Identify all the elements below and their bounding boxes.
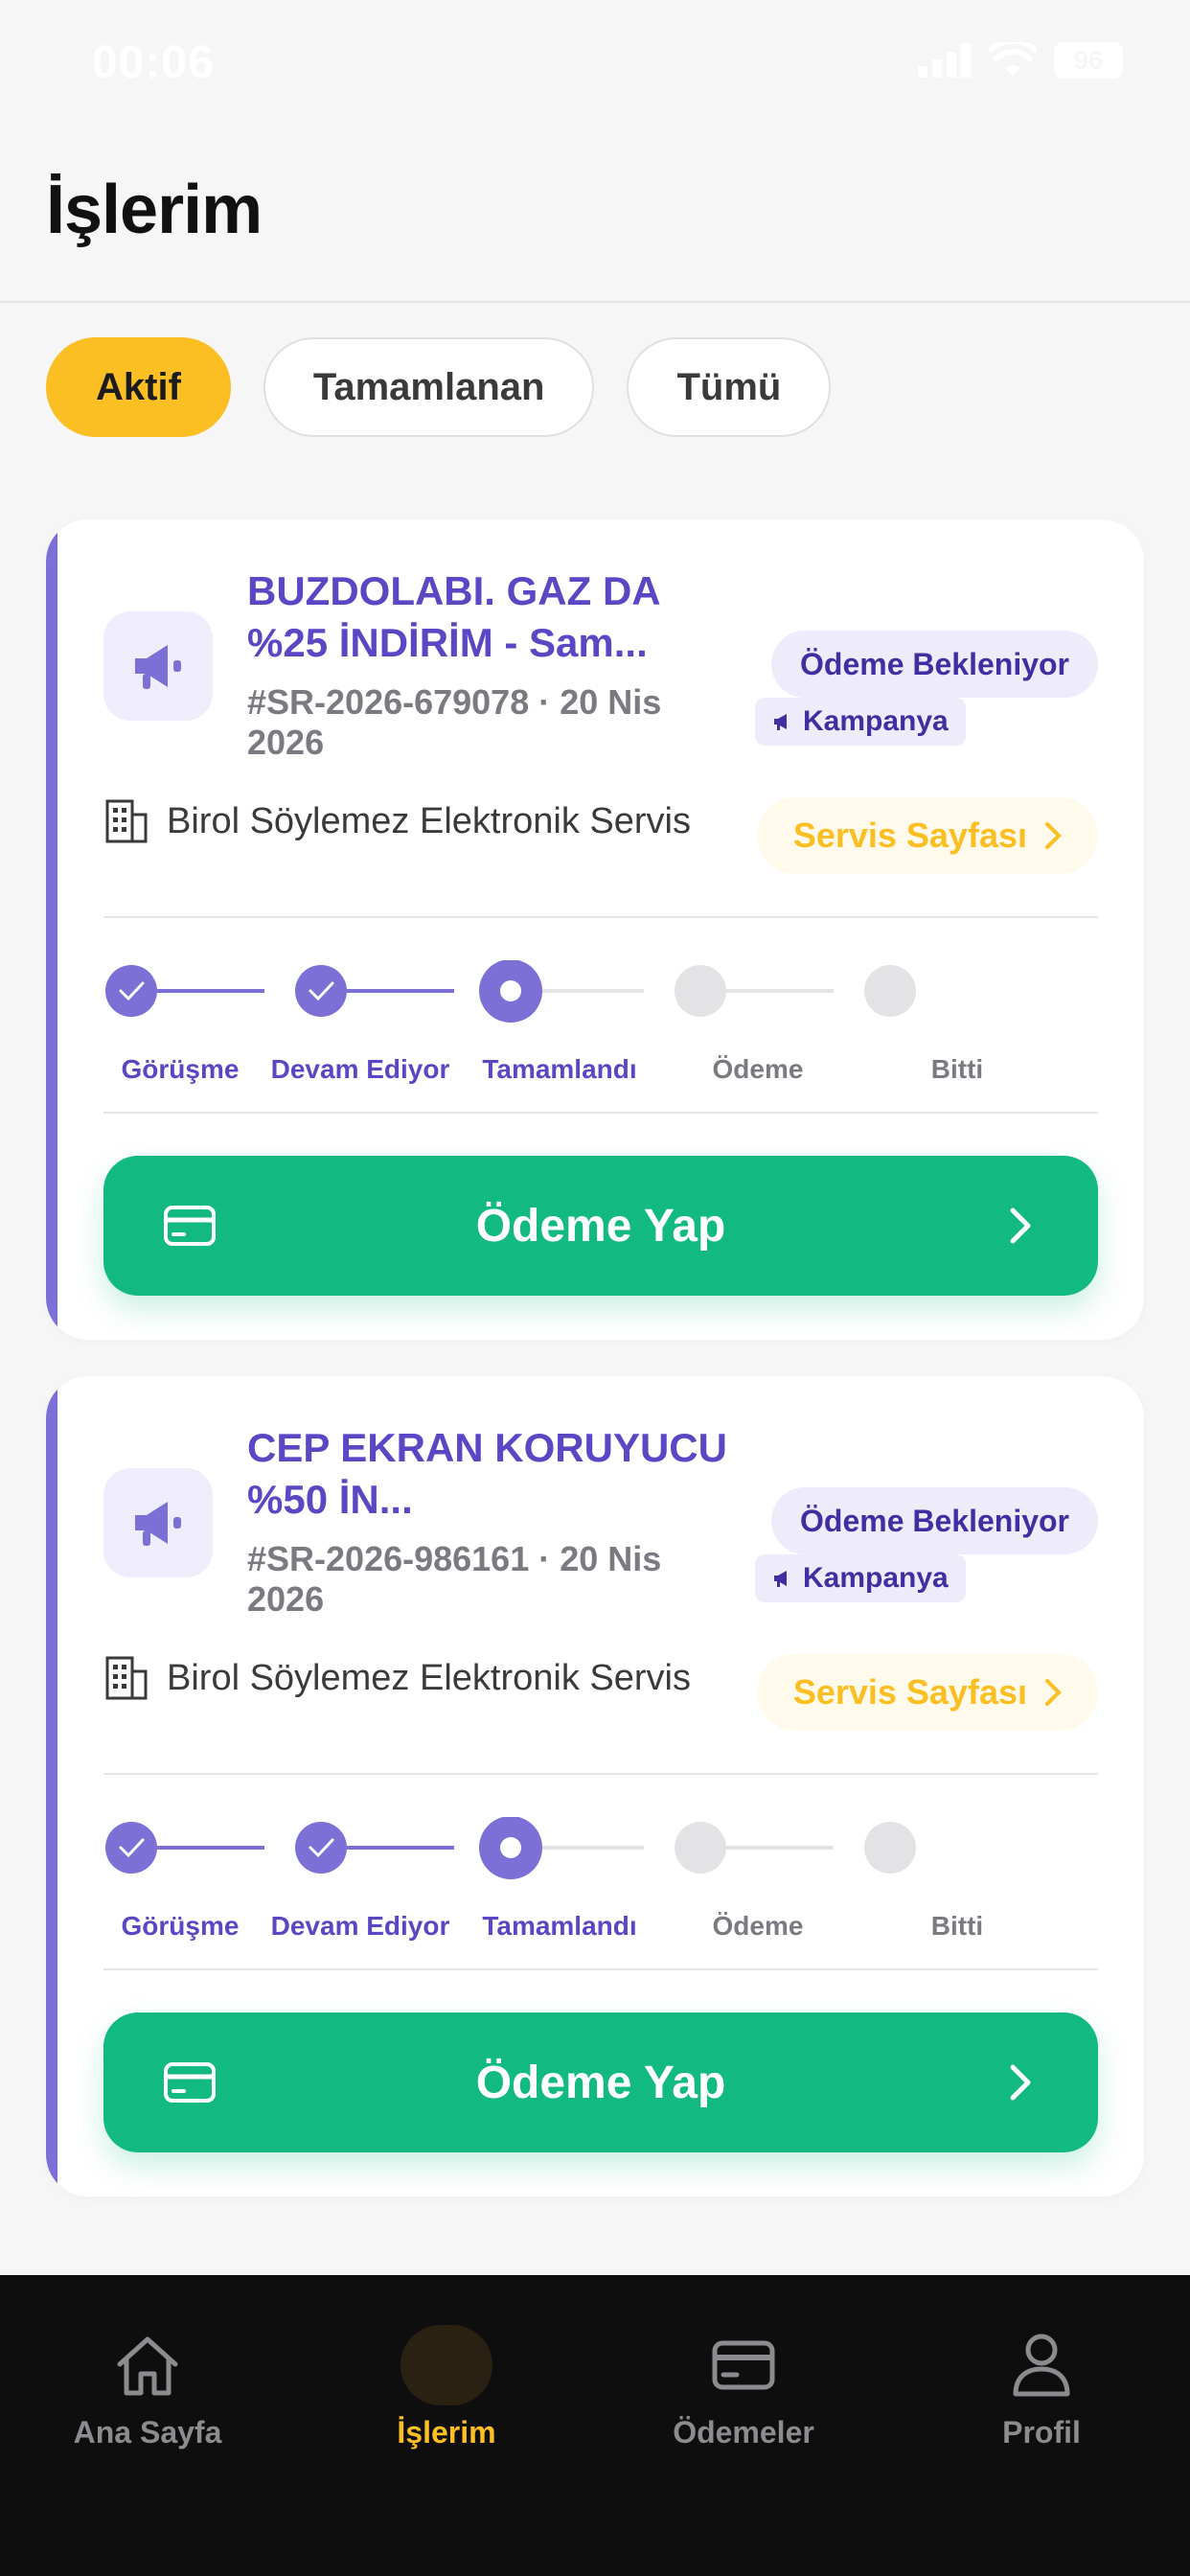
nav-label: Ana Sayfa [73, 2415, 222, 2450]
status-badge: Ödeme Bekleniyor [771, 1487, 1098, 1554]
step-pending-icon [864, 965, 916, 1017]
megaphone-icon [774, 1571, 787, 1587]
step-label: Devam Ediyor [270, 1054, 450, 1084]
divider [103, 1968, 1098, 1970]
nav-label: Ödemeler [673, 2415, 814, 2450]
service-info: Birol Söylemez Elektronik Servis [103, 1654, 691, 1702]
megaphone-icon [774, 714, 787, 730]
divider [103, 916, 1098, 918]
building-icon [105, 799, 148, 843]
status-time: 00:06 [92, 37, 215, 88]
filter-tab-tumu[interactable]: Tümü [627, 337, 832, 437]
page-title: İşlerim [46, 172, 263, 248]
step-label: Devam Ediyor [270, 1911, 450, 1941]
job-meta: #SR-2026-986161 · 20 Nis 2026 [247, 1539, 662, 1619]
divider [103, 1773, 1098, 1775]
job-card[interactable]: BUZDOLABI. GAZ DA %25 İNDİRİM - Sam... #… [46, 519, 1144, 1340]
step-label: Ödeme [712, 1054, 804, 1084]
signal-icon [918, 43, 971, 78]
job-meta: #SR-2026-679078 · 20 Nis 2026 [247, 682, 662, 762]
status-badge: Ödeme Bekleniyor [771, 631, 1098, 698]
service-page-link-label: Servis Sayfası [792, 816, 1027, 855]
wifi-icon [989, 42, 1037, 77]
job-title: CEP EKRAN KORUYUCU %50 İN... [247, 1425, 727, 1522]
page-header: İşlerim [0, 134, 1190, 303]
chevron-right-icon [1045, 1679, 1062, 1706]
step-label: Bitti [930, 1911, 984, 1941]
service-page-link[interactable]: Servis Sayfası [756, 797, 1098, 874]
step-label: Tamamlandı [482, 1911, 637, 1941]
nav-item-odemeler[interactable]: Ödemeler [619, 2325, 868, 2450]
user-icon [995, 2325, 1087, 2405]
progress-stepper: Görüşme Devam Ediyor Tamamlandı Ödeme Bi… [103, 1817, 1100, 1951]
nav-label: Profil [1002, 2415, 1081, 2450]
step-current-icon [479, 1817, 542, 1879]
campaign-badge: Kampanya [755, 1554, 966, 1602]
step-current-icon [479, 960, 542, 1023]
pay-button[interactable]: Ödeme Yap [103, 1156, 1098, 1296]
nav-label: İşlerim [397, 2415, 496, 2450]
step-label: Ödeme [712, 1911, 804, 1941]
service-info: Birol Söylemez Elektronik Servis [103, 797, 691, 845]
building-icon [105, 1656, 148, 1700]
status-icons: 96 [918, 42, 1123, 79]
chevron-right-icon [1010, 2064, 1031, 2101]
campaign-badge-label: Kampanya [803, 705, 949, 737]
campaign-icon [103, 1468, 213, 1577]
chevron-right-icon [1010, 1208, 1031, 1244]
job-title: BUZDOLABI. GAZ DA %25 İNDİRİM - Sam... [247, 568, 660, 665]
step-label: Bitti [930, 1054, 984, 1084]
service-name: Birol Söylemez Elektronik Servis [167, 1657, 691, 1698]
job-card[interactable]: CEP EKRAN KORUYUCU %50 İN... #SR-2026-98… [46, 1376, 1144, 2196]
step-label: Görüşme [121, 1054, 240, 1084]
bottom-nav: Ana Sayfa İşlerim Ödemeler Profil [0, 2275, 1190, 2576]
campaign-icon [103, 611, 213, 721]
step-pending-icon [864, 1822, 916, 1874]
pay-button-label: Ödeme Yap [475, 2057, 726, 2108]
step-done-icon [295, 965, 347, 1017]
service-page-link-label: Servis Sayfası [792, 1672, 1027, 1712]
divider [103, 1112, 1098, 1114]
credit-card-icon [698, 2325, 790, 2405]
service-name: Birol Söylemez Elektronik Servis [167, 800, 691, 841]
step-done-icon [295, 1822, 347, 1874]
pay-button[interactable]: Ödeme Yap [103, 2012, 1098, 2152]
home-icon [102, 2325, 194, 2405]
step-label: Tamamlandı [482, 1054, 637, 1084]
pay-button-label: Ödeme Yap [475, 1200, 726, 1252]
filter-tab-tamamlanan[interactable]: Tamamlanan [263, 337, 595, 437]
nav-item-profil[interactable]: Profil [917, 2325, 1166, 2450]
nav-item-ana-sayfa[interactable]: Ana Sayfa [23, 2325, 272, 2450]
campaign-badge-label: Kampanya [803, 1562, 949, 1594]
status-bar: 00:06 96 [0, 0, 1190, 134]
filter-tabs: Aktif Tamamlanan Tümü [46, 337, 832, 437]
chevron-right-icon [1045, 822, 1062, 849]
filter-tab-aktif[interactable]: Aktif [46, 337, 231, 437]
step-pending-icon [675, 1822, 726, 1874]
service-page-link[interactable]: Servis Sayfası [756, 1654, 1098, 1731]
battery-indicator: 96 [1054, 42, 1123, 79]
campaign-badge: Kampanya [755, 698, 966, 746]
credit-card-icon [164, 1206, 216, 1246]
step-label: Görüşme [121, 1911, 240, 1941]
step-pending-icon [675, 965, 726, 1017]
progress-stepper: Görüşme Devam Ediyor Tamamlandı Ödeme Bi… [103, 960, 1100, 1094]
briefcase-icon [400, 2325, 492, 2405]
step-done-icon [105, 1822, 157, 1874]
step-done-icon [105, 965, 157, 1017]
credit-card-icon [164, 2062, 216, 2103]
nav-item-islerim[interactable]: İşlerim [322, 2325, 571, 2450]
